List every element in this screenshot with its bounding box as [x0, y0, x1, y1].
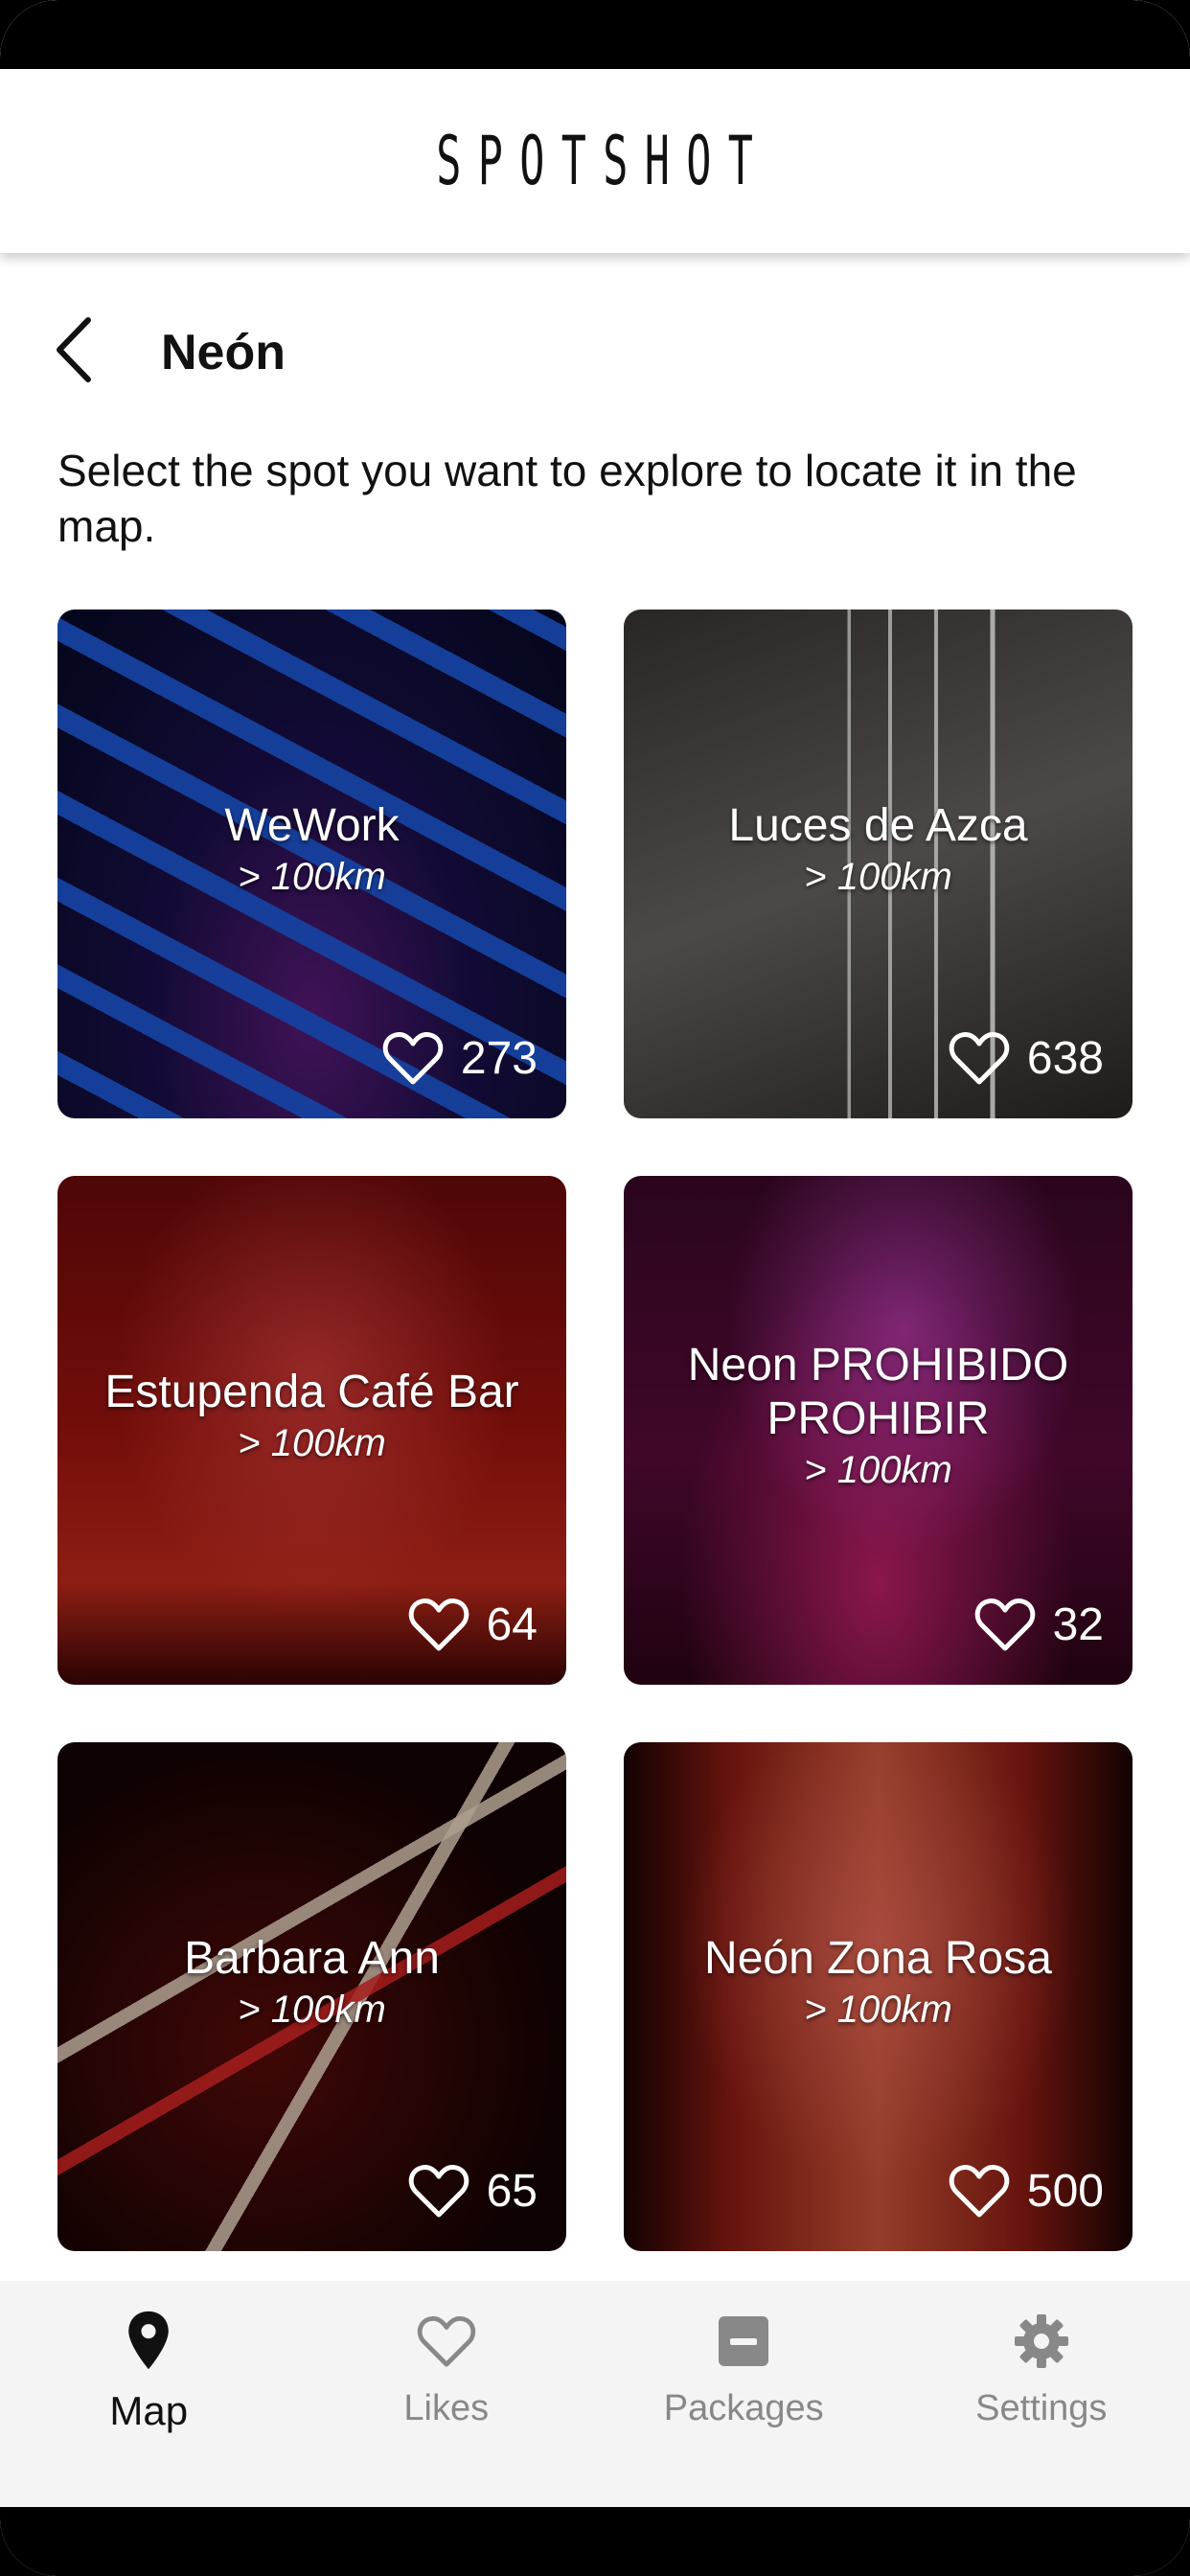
tab-likes[interactable]: Likes: [298, 2281, 596, 2507]
like-count: 32: [1052, 1598, 1104, 1650]
package-icon: [710, 2308, 777, 2375]
like-count: 638: [1026, 1032, 1104, 1084]
tab-map[interactable]: Map: [0, 2281, 298, 2507]
spot-distance: > 100km: [804, 1988, 952, 2031]
spot-name: Estupenda Café Bar: [104, 1366, 519, 1417]
tab-packages[interactable]: Packages: [595, 2281, 893, 2507]
like-count: 500: [1026, 2165, 1104, 2217]
gear-icon: [1008, 2308, 1075, 2375]
tab-settings[interactable]: Settings: [893, 2281, 1190, 2507]
status-bar: [0, 0, 1190, 69]
like-count: 273: [460, 1032, 538, 1084]
like-button[interactable]: 64: [408, 1597, 538, 1652]
heart-icon: [949, 1032, 1010, 1085]
map-pin-icon: [115, 2308, 182, 2375]
like-count: 64: [486, 1598, 538, 1650]
spot-card[interactable]: Luces de Azca > 100km 638: [624, 610, 1133, 1118]
spot-card[interactable]: Barbara Ann > 100km 65: [57, 1742, 566, 2251]
heart-icon: [413, 2308, 480, 2375]
like-button[interactable]: 500: [949, 2163, 1104, 2219]
phone-screen: SPOTSHOT Neón Select the spot you want t…: [0, 0, 1190, 2576]
spot-card[interactable]: Neón Zona Rosa > 100km 500: [624, 1742, 1133, 2251]
spot-distance: > 100km: [804, 1448, 952, 1491]
spot-name: Barbara Ann: [184, 1932, 440, 1984]
spot-card[interactable]: WeWork > 100km 273: [57, 610, 566, 1118]
spot-name: WeWork: [224, 799, 400, 851]
spot-distance: > 100km: [238, 1988, 386, 2031]
like-button[interactable]: 32: [974, 1597, 1104, 1652]
app-logo: SPOTSHOT: [436, 122, 770, 200]
tab-label: Settings: [975, 2388, 1108, 2428]
spot-distance: > 100km: [238, 1421, 386, 1464]
heart-icon: [408, 2165, 469, 2218]
tab-label: Likes: [403, 2388, 490, 2428]
spot-card[interactable]: Estupenda Café Bar > 100km 64: [57, 1176, 566, 1685]
spot-distance: > 100km: [238, 855, 386, 898]
like-button[interactable]: 273: [382, 1030, 538, 1086]
like-button[interactable]: 65: [408, 2163, 538, 2219]
heart-icon: [949, 2165, 1010, 2218]
home-indicator-bar: [0, 2507, 1190, 2576]
spot-card[interactable]: Neon PROHIBIDO PROHIBIR > 100km 32: [624, 1176, 1133, 1685]
instructions-text: Select the spot you want to explore to l…: [57, 446, 1077, 551]
heart-icon: [408, 1598, 469, 1651]
spot-name: Luces de Azca: [728, 799, 1028, 851]
heart-icon: [974, 1598, 1035, 1651]
heart-icon: [382, 1032, 444, 1085]
chevron-left-icon: [57, 317, 91, 382]
tab-label: Map: [109, 2388, 189, 2433]
like-count: 65: [486, 2165, 538, 2217]
like-button[interactable]: 638: [949, 1030, 1104, 1086]
title-bar: Neón: [0, 288, 1190, 412]
app-header: SPOTSHOT: [0, 69, 1190, 253]
back-button[interactable]: [46, 307, 113, 393]
tab-label: Packages: [663, 2388, 824, 2428]
bottom-tab-bar: Map Likes Packages Settings: [0, 2281, 1190, 2507]
page-title: Neón: [161, 325, 286, 380]
spot-name: Neón Zona Rosa: [704, 1932, 1052, 1984]
spot-name: Neon PROHIBIDO PROHIBIR: [687, 1339, 1069, 1444]
spot-distance: > 100km: [804, 855, 952, 898]
